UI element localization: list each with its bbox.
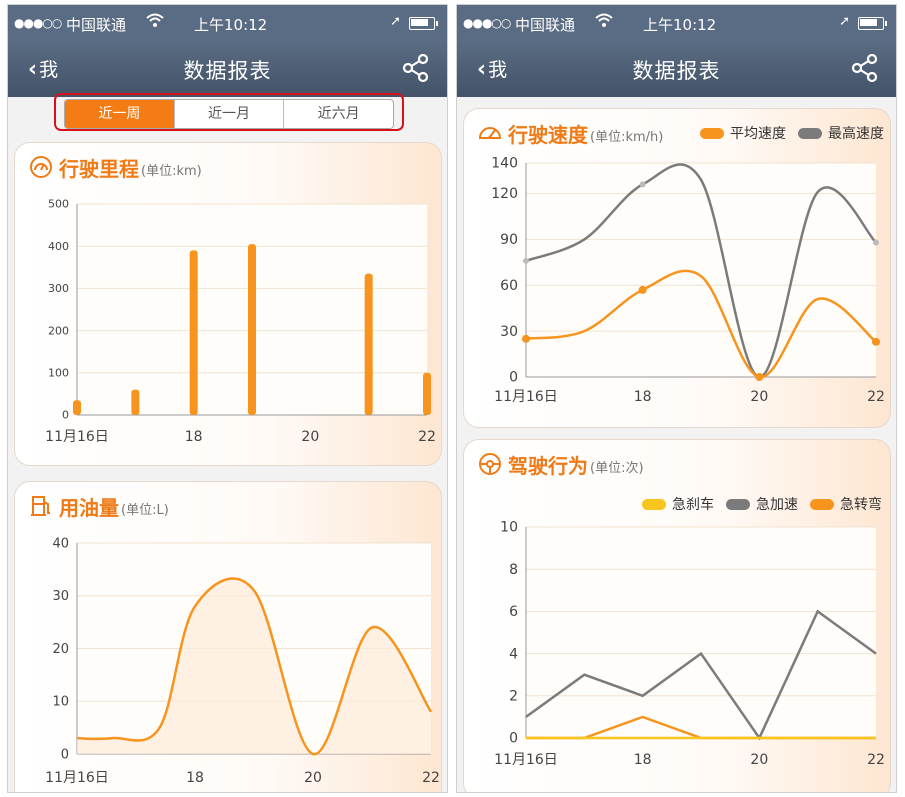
data-point xyxy=(755,373,764,381)
x-tick-label: 18 xyxy=(186,770,204,786)
x-tick-label: 18 xyxy=(634,389,652,405)
signal-icon: ●●●○○ xyxy=(463,16,511,30)
data-point xyxy=(873,239,879,246)
y-tick-label: 6 xyxy=(509,604,518,620)
behavior-card: 驾驶行为 (单位:次) 急刹车 急加速 急转弯 0 2 4 6 8 10 11月16日 18 2… xyxy=(463,439,891,792)
y-tick-label: 0 xyxy=(61,747,69,762)
bar xyxy=(131,389,140,415)
x-tick-label: 20 xyxy=(750,389,768,405)
x-tick-label: 22 xyxy=(422,770,440,786)
phone-screen-left: ●●●○○ 中国联通 上午10:12 ➚ ‹ 我 数据报表 近一周 近一月 近六月… xyxy=(7,4,448,793)
tab-week[interactable]: 近一周 xyxy=(65,100,174,128)
y-tick-label: 120 xyxy=(491,186,518,202)
y-tick-label: 30 xyxy=(500,324,518,340)
status-bar: ●●●○○ 中国联通 上午10:12 ➚ xyxy=(8,5,447,41)
clock: 上午10:12 xyxy=(194,16,268,34)
battery-icon xyxy=(858,17,887,30)
x-tick-label: 11月16日 xyxy=(494,752,558,768)
battery-icon xyxy=(409,17,438,30)
y-tick-label: 10 xyxy=(500,520,518,536)
wifi-icon xyxy=(146,12,164,32)
period-tabs: 近一周 近一月 近六月 xyxy=(64,99,394,129)
share-icon[interactable] xyxy=(401,53,431,83)
y-tick-label: 30 xyxy=(52,589,69,604)
x-tick-label: 22 xyxy=(867,389,885,405)
y-tick-label: 140 xyxy=(491,156,518,172)
bar xyxy=(364,273,373,415)
y-tick-label: 400 xyxy=(48,240,69,253)
y-tick-label: 8 xyxy=(509,562,518,578)
signal-icon: ●●●○○ xyxy=(14,16,62,30)
speed-card: 行驶速度 (单位:km/h) 平均速度 最高速度 0 30 60 90 120 140 11… xyxy=(463,108,891,428)
phone-screen-right: ●●●○○ 中国联通 上午10:12 ➚ ‹ 我 数据报表 行驶速度 (单位:km… xyxy=(456,4,897,793)
x-tick-label: 18 xyxy=(185,429,203,445)
carrier-label: 中国联通 xyxy=(515,16,576,34)
clock: 上午10:12 xyxy=(643,16,717,34)
x-tick-label: 11月16日 xyxy=(494,389,558,405)
bar xyxy=(423,372,431,415)
bar xyxy=(248,244,256,415)
page-title: 数据报表 xyxy=(183,59,272,83)
mileage-chart: 0 100 200 300 400 500 11月16日 18 20 22 xyxy=(45,198,436,445)
y-tick-label: 500 xyxy=(48,198,69,211)
y-tick-label: 20 xyxy=(52,642,69,657)
behavior-chart: 0 2 4 6 8 10 11月16日 18 20 22 xyxy=(494,520,885,768)
location-arrow-icon: ➚ xyxy=(839,14,850,29)
mileage-card: 行驶里程 (单位:km) 0 100 200 300 400 500 11月16日 18 20 2… xyxy=(14,142,442,466)
page-title: 数据报表 xyxy=(632,59,721,83)
data-point xyxy=(522,334,530,343)
location-arrow-icon: ➚ xyxy=(390,14,401,29)
fuel-chart: 0 10 20 30 40 11月16日 18 20 22 xyxy=(45,536,440,786)
y-tick-label: 100 xyxy=(48,366,69,379)
y-tick-label: 0 xyxy=(509,370,518,386)
x-tick-label: 18 xyxy=(634,752,652,768)
y-tick-label: 0 xyxy=(509,731,518,747)
data-point xyxy=(872,337,880,346)
plot-area xyxy=(526,527,876,738)
nav-bar: ‹ 我 数据报表 xyxy=(457,41,896,97)
x-tick-label: 20 xyxy=(301,429,319,445)
y-tick-label: 60 xyxy=(500,278,518,294)
x-tick-label: 22 xyxy=(867,752,885,768)
y-tick-label: 2 xyxy=(509,688,518,704)
tab-six-months[interactable]: 近六月 xyxy=(283,100,393,128)
x-tick-label: 20 xyxy=(304,770,322,786)
y-tick-label: 10 xyxy=(52,695,69,710)
x-tick-label: 20 xyxy=(750,752,768,768)
x-tick-label: 11月16日 xyxy=(45,429,109,445)
carrier-label: 中国联通 xyxy=(66,16,127,34)
plot-area xyxy=(526,163,876,377)
x-tick-label: 22 xyxy=(418,429,436,445)
tab-month[interactable]: 近一月 xyxy=(173,100,284,128)
y-tick-label: 4 xyxy=(509,646,518,662)
y-tick-label: 200 xyxy=(48,324,69,337)
wifi-icon xyxy=(595,12,613,32)
speed-chart: 0 30 60 90 120 140 11月16日 18 20 22 xyxy=(491,156,885,405)
y-tick-label: 300 xyxy=(48,282,69,295)
status-bar: ●●●○○ 中国联通 上午10:12 ➚ xyxy=(457,5,896,41)
fuel-card: 用油量 (单位:L) 0 10 20 30 40 11月16日 18 20 22 xyxy=(14,481,442,792)
share-icon[interactable] xyxy=(850,53,880,83)
bar xyxy=(73,400,81,415)
y-tick-label: 0 xyxy=(62,409,69,422)
y-tick-label: 90 xyxy=(500,232,518,248)
data-point xyxy=(639,181,646,188)
bar xyxy=(189,250,198,415)
data-point xyxy=(523,257,529,264)
x-tick-label: 11月16日 xyxy=(45,770,109,786)
y-tick-label: 40 xyxy=(52,536,69,551)
data-point xyxy=(638,285,647,294)
nav-bar: ‹ 我 数据报表 xyxy=(8,41,447,97)
